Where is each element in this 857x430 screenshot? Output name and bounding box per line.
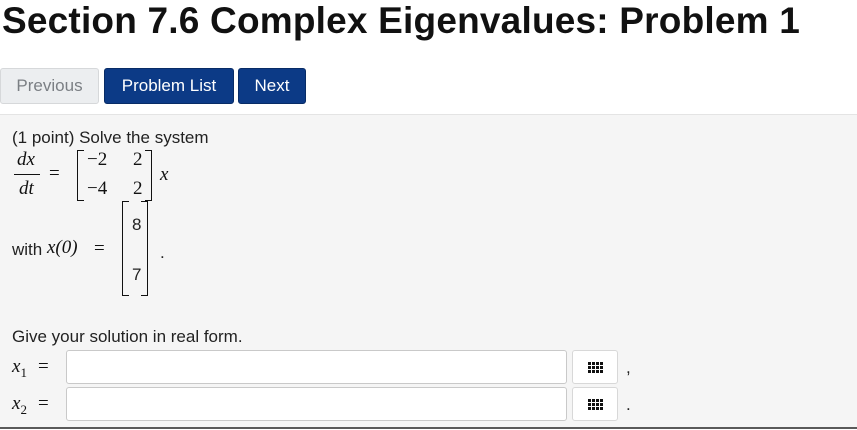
equals-sign: = [49, 163, 60, 184]
answer-label-x2: x2 [12, 393, 27, 417]
instruction-text: Give your solution in real form. [12, 327, 243, 346]
problem-list-button[interactable]: Problem List [104, 68, 234, 104]
equals-sign: = [94, 238, 105, 259]
matrix-cell: −4 [87, 178, 108, 199]
bottom-divider [0, 427, 857, 429]
answer-label-x1: x1 [12, 356, 27, 380]
grid-icon [587, 361, 603, 373]
derivative-denominator: dt [19, 178, 34, 199]
derivative-numerator: dx [17, 149, 35, 170]
fraction-bar [14, 174, 40, 175]
matrix-right-bracket [145, 150, 152, 201]
trailing-period: . [626, 395, 631, 414]
equals-sign: = [38, 393, 49, 414]
vector-left-bracket [122, 201, 129, 296]
initial-condition-lhs: x(0) [47, 237, 78, 258]
period: . [160, 243, 165, 262]
matrix-cell: −2 [87, 149, 108, 170]
trailing-comma: , [626, 358, 631, 377]
matrix-cell: 2 [133, 149, 143, 170]
answer-input-x1[interactable] [66, 350, 567, 384]
equals-sign: = [38, 356, 49, 377]
vector-right-bracket [141, 201, 148, 296]
equation-editor-button[interactable] [572, 387, 618, 421]
matrix-cell: 2 [133, 178, 143, 199]
problem-intro: (1 point) Solve the system [12, 128, 209, 147]
next-button[interactable]: Next [238, 68, 306, 104]
with-label: with [12, 240, 43, 259]
variable-x: x [160, 164, 169, 185]
equation-editor-button[interactable] [572, 350, 618, 384]
answer-input-x2[interactable] [66, 387, 567, 421]
matrix-left-bracket [77, 150, 84, 201]
page-title: Section 7.6 Complex Eigenvalues: Problem… [2, 0, 800, 41]
previous-button[interactable]: Previous [0, 68, 99, 104]
grid-icon [587, 398, 603, 410]
